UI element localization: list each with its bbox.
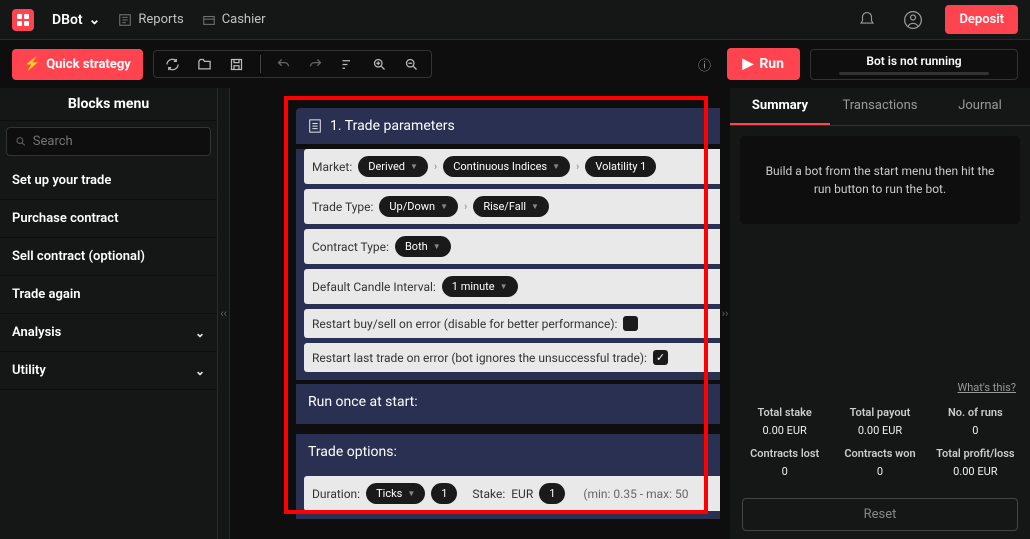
stats-grid: Total stake0.00 EUR Total payout0.00 EUR…: [730, 394, 1030, 490]
deposit-button[interactable]: Deposit: [945, 5, 1018, 34]
tab-journal[interactable]: Journal: [930, 88, 1030, 125]
app-name: DBot: [52, 12, 83, 28]
app-logo: [12, 9, 34, 31]
section-trade-options: Trade options:: [296, 434, 720, 470]
notifications-icon[interactable]: [853, 6, 881, 34]
nav-reports[interactable]: Reports: [118, 12, 183, 27]
pill-duration-val[interactable]: 1: [431, 483, 457, 504]
tool-group: [153, 50, 432, 78]
section-run-once: Run once at start:: [296, 384, 720, 420]
pill-tt-1[interactable]: Up/Down▼: [379, 196, 458, 217]
stat-total-payout: Total payout0.00 EUR: [837, 406, 922, 437]
checkbox-restart-buy[interactable]: [623, 316, 638, 331]
search-icon: [15, 135, 27, 148]
search-input[interactable]: [33, 134, 202, 149]
quick-strategy-button[interactable]: ⚡ Quick strategy: [12, 49, 143, 80]
stat-runs: No. of runs0: [933, 406, 1018, 437]
block-header: 1. Trade parameters: [296, 108, 720, 144]
reset-button[interactable]: Reset: [742, 498, 1018, 531]
lightning-icon: ⚡: [24, 57, 40, 72]
sidebar-item-analysis[interactable]: Analysis⌄: [0, 314, 217, 352]
stat-contracts-won: Contracts won0: [837, 447, 922, 478]
open-icon[interactable]: [196, 55, 214, 73]
toolbar: ⚡ Quick strategy ⓘ ▶ Run Bot is not runn…: [0, 40, 1030, 88]
zoom-in-icon[interactable]: [371, 55, 389, 73]
info-icon[interactable]: ⓘ: [693, 55, 717, 74]
pill-contract[interactable]: Both▼: [395, 236, 451, 257]
pill-duration-unit[interactable]: Ticks▼: [366, 483, 425, 504]
row-restart-buy: Restart buy/sell on error (disable for b…: [304, 309, 720, 338]
cashier-icon: [202, 13, 216, 27]
pill-market-1[interactable]: Derived▼: [358, 156, 428, 177]
document-icon: [308, 119, 322, 133]
tab-summary[interactable]: Summary: [730, 88, 830, 125]
sidebar-item-sell[interactable]: Sell contract (optional): [0, 238, 217, 276]
row-candle: Default Candle Interval: 1 minute▼: [304, 269, 720, 304]
tabs: Summary Transactions Journal: [730, 88, 1030, 126]
sort-icon[interactable]: [339, 55, 357, 73]
chevron-down-icon: ⌄: [89, 12, 101, 28]
row-trade-type: Trade Type: Up/Down▼ › Rise/Fall▼: [304, 189, 720, 224]
sidebar-item-setup[interactable]: Set up your trade: [0, 162, 217, 200]
refresh-icon[interactable]: [164, 55, 182, 73]
pill-market-3[interactable]: Volatility 1: [585, 156, 656, 177]
trade-parameters-block[interactable]: 1. Trade parameters Market: Derived▼ › C…: [296, 108, 720, 519]
undo-icon[interactable]: [275, 55, 293, 73]
nav-cashier[interactable]: Cashier: [202, 12, 266, 27]
right-panel: Summary Transactions Journal Build a bot…: [730, 88, 1030, 539]
save-icon[interactable]: [228, 55, 246, 73]
sidebar: Blocks menu Set up your trade Purchase c…: [0, 88, 218, 539]
pill-market-2[interactable]: Continuous Indices▼: [443, 156, 570, 177]
app-selector[interactable]: DBot ⌄: [52, 12, 100, 28]
account-icon[interactable]: [899, 6, 927, 34]
pill-tt-2[interactable]: Rise/Fall▼: [473, 196, 549, 217]
pill-stake-val[interactable]: 1: [539, 483, 565, 504]
chevron-down-icon: ⌄: [195, 364, 205, 378]
zoom-out-icon[interactable]: [403, 55, 421, 73]
search-box[interactable]: [6, 127, 211, 156]
reports-icon: [118, 13, 132, 27]
tab-transactions[interactable]: Transactions: [830, 88, 930, 125]
chevron-down-icon: ⌄: [195, 326, 205, 340]
row-duration: Duration: Ticks▼ 1 Stake: EUR 1 (min: 0.…: [304, 476, 720, 511]
stat-contracts-lost: Contracts lost0: [742, 447, 827, 478]
collapse-right[interactable]: ››: [720, 88, 730, 539]
stat-total-stake: Total stake0.00 EUR: [742, 406, 827, 437]
whats-this-link[interactable]: What's this?: [730, 381, 1030, 394]
play-icon: ▶: [743, 56, 754, 72]
pill-candle[interactable]: 1 minute▼: [442, 276, 518, 297]
row-restart-last: Restart last trade on error (bot ignores…: [304, 343, 720, 372]
run-button[interactable]: ▶ Run: [727, 48, 800, 80]
row-contract: Contract Type: Both▼: [304, 229, 720, 264]
bot-status: Bot is not running: [810, 49, 1018, 80]
sidebar-item-purchase[interactable]: Purchase contract: [0, 200, 217, 238]
top-bar: DBot ⌄ Reports Cashier Deposit: [0, 0, 1030, 40]
sidebar-title: Blocks menu: [0, 88, 217, 121]
canvas[interactable]: 1. Trade parameters Market: Derived▼ › C…: [230, 88, 720, 539]
collapse-left[interactable]: ‹‹: [218, 88, 230, 539]
stat-profit-loss: Total profit/loss0.00 EUR: [933, 447, 1018, 478]
row-market: Market: Derived▼ › Continuous Indices▼ ›…: [304, 149, 720, 184]
progress-bar: [839, 72, 989, 75]
sidebar-item-trade-again[interactable]: Trade again: [0, 276, 217, 314]
checkbox-restart-last[interactable]: ✓: [653, 350, 668, 365]
summary-hint: Build a bot from the start menu then hit…: [740, 136, 1020, 224]
sidebar-item-utility[interactable]: Utility⌄: [0, 352, 217, 390]
redo-icon[interactable]: [307, 55, 325, 73]
